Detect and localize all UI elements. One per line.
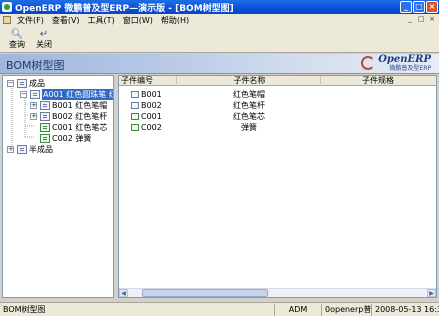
document-icon <box>131 102 139 109</box>
tree-label-b002: B002 红色笔杆 <box>52 112 108 121</box>
folder-icon <box>17 145 27 154</box>
app-icon <box>2 2 12 12</box>
expand-icon[interactable]: + <box>30 113 37 120</box>
row-name: 红色笔帽 <box>233 90 265 99</box>
doc-close-button[interactable]: × <box>427 15 437 24</box>
tree-node-b001[interactable]: + B001 红色笔帽 <box>30 100 107 111</box>
scroll-thumb[interactable] <box>142 289 268 297</box>
row-name: 红色笔芯 <box>233 112 265 121</box>
row-code: C001 <box>141 112 162 121</box>
menu-view[interactable]: 查看(V) <box>48 15 84 26</box>
doc-restore-button[interactable]: □ <box>416 15 426 24</box>
scroll-track[interactable] <box>128 289 427 297</box>
document-icon <box>40 112 50 121</box>
document-icon <box>131 91 139 98</box>
close-window-button[interactable]: × <box>426 1 438 13</box>
doc-minimize-button[interactable]: _ <box>405 15 415 24</box>
window-controls: _ □ × <box>400 1 438 13</box>
folder-icon <box>17 79 27 88</box>
list-row[interactable]: C001 红色笔芯 <box>119 111 436 122</box>
tree-label-c001: C001 红色笔芯 <box>52 123 108 132</box>
minimize-button[interactable]: _ <box>400 1 412 13</box>
tree-label-c002: C002 弹簧 <box>52 134 92 143</box>
collapse-icon[interactable]: − <box>20 91 27 98</box>
query-button[interactable]: 🔍︎ 查询 <box>4 27 30 51</box>
tree-node-finished[interactable]: − 成品 <box>7 78 45 89</box>
menu-file[interactable]: 文件(F) <box>13 15 48 26</box>
tree-node-c001[interactable]: C001 红色笔芯 <box>40 122 107 133</box>
status-company: 0openerp普及版 <box>322 303 372 316</box>
openerp-logo: OpenERP 微鹏普及型ERP <box>357 55 431 73</box>
menu-help[interactable]: 帮助(H) <box>157 15 193 26</box>
document-icon <box>40 123 50 132</box>
list-row[interactable]: B002 红色笔杆 <box>119 100 436 111</box>
status-datetime: 2008-05-13 16:38:59 <box>375 304 439 314</box>
list-header: 子件编号 子件名称 子件规格 <box>119 76 436 86</box>
tree-node-semi[interactable]: + 半成品 <box>7 144 53 155</box>
list-row[interactable]: B001 红色笔帽 <box>119 89 436 100</box>
document-icon <box>30 90 40 99</box>
column-header-spec[interactable]: 子件规格 <box>321 76 433 86</box>
toolbar: 🔍︎ 查询 ↵ 关闭 <box>0 26 439 53</box>
status-module: BOM树型图 <box>0 303 275 316</box>
document-icon[interactable] <box>3 16 11 24</box>
collapse-icon[interactable]: − <box>7 80 14 87</box>
row-code: C002 <box>141 123 162 132</box>
scroll-right-icon[interactable]: ▶ <box>427 289 436 297</box>
row-code: B002 <box>141 101 162 110</box>
row-name: 红色笔杆 <box>233 101 265 110</box>
tree-node-c002[interactable]: C002 弹簧 <box>40 133 91 144</box>
tree-label-b001: B001 红色笔帽 <box>52 101 108 110</box>
title-bar: OpenERP 微鹏普及型ERP—演示版 - [BOM树型图] _ □ × <box>0 0 439 14</box>
menu-window[interactable]: 窗口(W) <box>119 15 157 26</box>
horizontal-scrollbar[interactable]: ◀ ▶ <box>119 288 436 297</box>
status-user: ADM <box>275 303 322 316</box>
return-arrow-icon: ↵ <box>39 29 49 40</box>
row-name: 弹簧 <box>241 123 257 132</box>
document-icon <box>40 134 50 143</box>
main-content: − 成品 − A001 红色圆珠笔 红色 + B001 红色笔帽 + B002 … <box>0 75 439 300</box>
component-list[interactable]: 子件编号 子件名称 子件规格 B001 红色笔帽 B002 红色笔杆 C001 … <box>118 75 437 298</box>
status-bar: BOM树型图 ADM 0openerp普及版 2008-05-13 16:38:… <box>0 302 439 316</box>
document-controls: _ □ × <box>405 15 437 24</box>
close-label: 关闭 <box>36 40 52 49</box>
logo-swoosh-icon <box>361 56 375 70</box>
expand-icon[interactable]: + <box>30 102 37 109</box>
expand-icon[interactable]: + <box>7 146 14 153</box>
menu-bar: 文件(F) 查看(V) 工具(T) 窗口(W) 帮助(H) _ □ × <box>0 14 439 26</box>
window-title: OpenERP 微鹏普及型ERP—演示版 - [BOM树型图] <box>15 3 234 14</box>
tree-label-finished: 成品 <box>29 79 45 88</box>
tree-node-b002[interactable]: + B002 红色笔杆 <box>30 111 107 122</box>
document-icon <box>40 101 50 110</box>
maximize-button[interactable]: □ <box>413 1 425 13</box>
query-label: 查询 <box>9 40 25 49</box>
search-icon: 🔍︎ <box>10 29 24 40</box>
document-icon <box>131 124 139 131</box>
tree-label-semi: 半成品 <box>29 145 53 154</box>
column-header-name[interactable]: 子件名称 <box>177 76 321 86</box>
scroll-left-icon[interactable]: ◀ <box>119 289 128 297</box>
close-button[interactable]: ↵ 关闭 <box>31 27 57 51</box>
document-icon <box>131 113 139 120</box>
menu-tools[interactable]: 工具(T) <box>84 15 119 26</box>
page-title: BOM树型图 <box>6 59 65 72</box>
column-header-code[interactable]: 子件编号 <box>119 76 177 86</box>
page-header: BOM树型图 OpenERP 微鹏普及型ERP <box>0 54 439 74</box>
list-row[interactable]: C002 弹簧 <box>119 122 436 133</box>
tree-label-a001: A001 红色圆珠笔 红色 <box>42 89 113 100</box>
row-code: B001 <box>141 90 162 99</box>
bom-tree[interactable]: − 成品 − A001 红色圆珠笔 红色 + B001 红色笔帽 + B002 … <box>2 75 114 298</box>
tree-node-a001[interactable]: − A001 红色圆珠笔 红色 <box>20 89 113 100</box>
